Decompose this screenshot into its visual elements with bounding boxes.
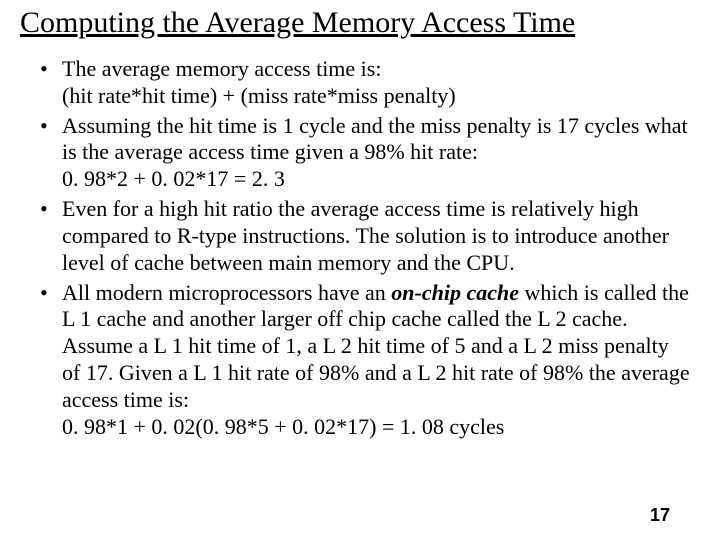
bullet-item: Assuming the hit time is 1 cycle and the… xyxy=(40,113,692,193)
slide-title: Computing the Average Memory Access Time xyxy=(20,6,700,40)
bullet-text: 0. 98*1 + 0. 02(0. 98*5 + 0. 02*17) = 1.… xyxy=(62,414,692,441)
slide: Computing the Average Memory Access Time… xyxy=(0,0,720,540)
bullet-text-emphasis: on-chip cache xyxy=(391,280,519,305)
bullet-item: The average memory access time is: (hit … xyxy=(40,56,692,110)
page-number: 17 xyxy=(650,505,670,526)
bullet-list: The average memory access time is: (hit … xyxy=(20,56,700,441)
bullet-text: (hit rate*hit time) + (miss rate*miss pe… xyxy=(62,83,692,110)
bullet-item: Even for a high hit ratio the average ac… xyxy=(40,196,692,276)
bullet-text-prefix: All modern microprocessors have an xyxy=(62,280,391,305)
bullet-text: All modern microprocessors have an on-ch… xyxy=(62,280,692,414)
bullet-item: All modern microprocessors have an on-ch… xyxy=(40,280,692,441)
bullet-text: Assuming the hit time is 1 cycle and the… xyxy=(62,113,692,167)
bullet-text: The average memory access time is: xyxy=(62,56,692,83)
bullet-text: Even for a high hit ratio the average ac… xyxy=(62,196,692,276)
bullet-text: 0. 98*2 + 0. 02*17 = 2. 3 xyxy=(62,166,692,193)
